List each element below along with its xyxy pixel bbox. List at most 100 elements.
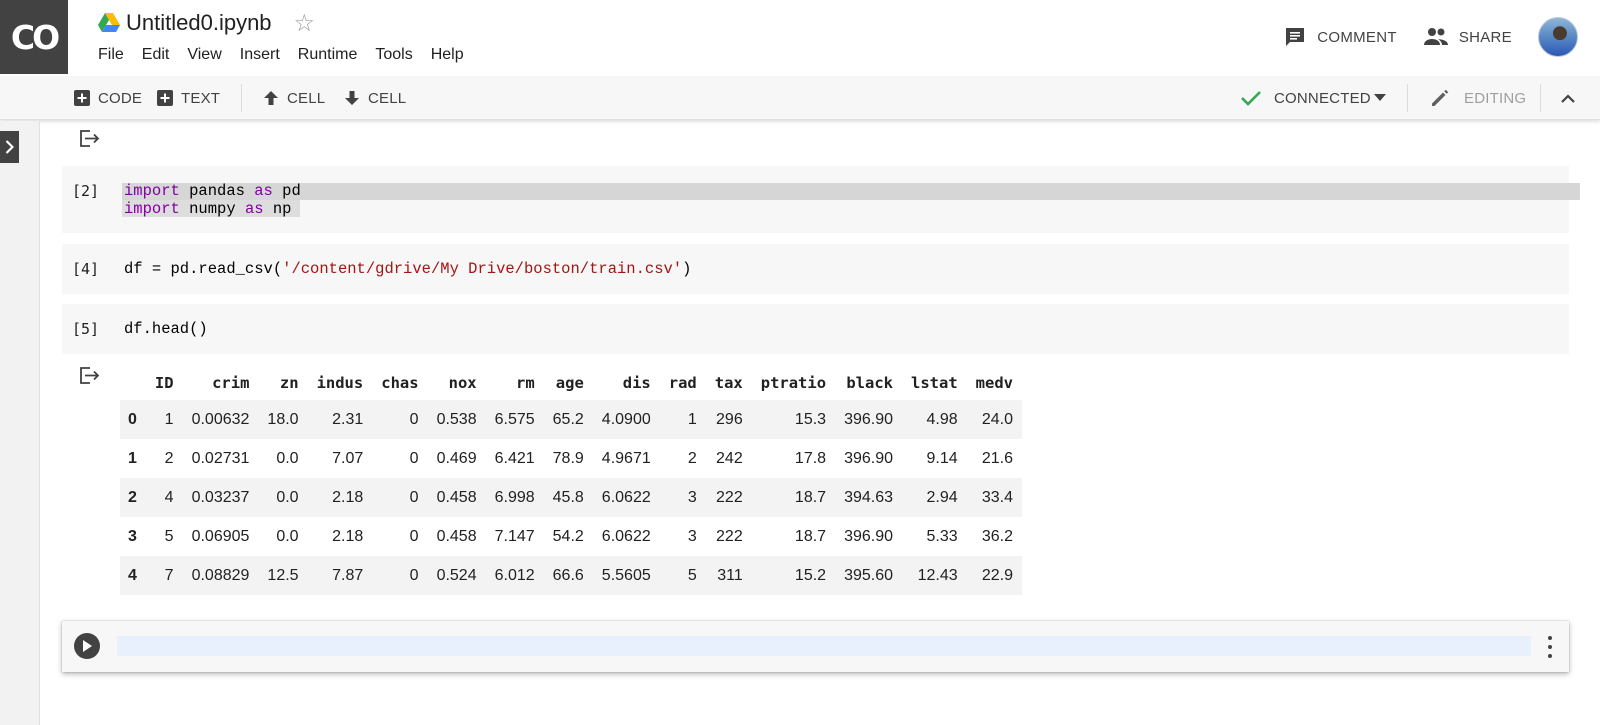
google-drive-icon (98, 13, 120, 32)
column-header: dis (622, 373, 651, 392)
add-box-icon (74, 90, 90, 106)
move-cell-up-button[interactable]: CELL (263, 76, 325, 120)
table-cell: 7.147 (494, 527, 535, 545)
toolbar-divider (1407, 84, 1408, 112)
row-index: 1 (128, 449, 137, 467)
table-cell: 0.06905 (191, 527, 250, 545)
cell-up-label: CELL (287, 89, 326, 107)
menu-edit[interactable]: Edit (142, 46, 170, 64)
more-vert-icon[interactable] (1547, 636, 1553, 658)
table-cell: 4 (145, 478, 183, 517)
move-cell-down-button[interactable]: CELL (344, 76, 406, 120)
output-icon[interactable] (80, 130, 100, 148)
check-icon (1241, 91, 1261, 106)
caret-down-icon (1374, 94, 1386, 101)
table-cell: 0.458 (427, 478, 486, 517)
code-cell-4[interactable]: [4] df = pd.read_csv('/content/gdrive/My… (62, 244, 1569, 294)
table-cell: 2.31 (307, 400, 373, 439)
add-box-icon (157, 90, 173, 106)
add-text-button[interactable]: TEXT (157, 76, 220, 120)
menu-help[interactable]: Help (431, 46, 464, 64)
arrow-down-icon (345, 91, 359, 105)
table-cell: 0 (409, 449, 419, 467)
column-header (120, 365, 146, 400)
code-editor-input[interactable] (117, 636, 1531, 656)
row-index: 0 (120, 400, 146, 439)
table-cell: 0.0 (258, 478, 308, 517)
table-row: 0 1 0.00632 18.0 2.31 0 0.538 6.575 65.2 4.0900 1 2… (120, 400, 1022, 439)
table-cell: 396.90 (844, 527, 893, 545)
people-icon (1423, 28, 1448, 45)
table-cell: 6.575 (485, 400, 544, 439)
add-code-button[interactable]: CODE (74, 76, 142, 120)
table-cell: 7.07 (332, 449, 364, 467)
collapse-header-button[interactable] (1561, 76, 1575, 120)
table-cell: 4.9671 (601, 449, 651, 467)
table-cell: 15.2 (751, 556, 836, 595)
column-header: tax (714, 373, 743, 392)
code-cell-5[interactable]: [5] df.head() (62, 304, 1569, 354)
cell-down-label: CELL (368, 89, 407, 107)
table-cell: 9.14 (926, 449, 958, 467)
row-index: 2 (120, 478, 146, 517)
execution-count: [4] (72, 260, 100, 278)
table-row: 1 2 0.02731 0.0 7.07 0 0.469 6.421 78.9 4.9671 2 24… (120, 439, 1022, 478)
table-cell: 21.6 (981, 449, 1013, 467)
table-cell: 6.421 (494, 449, 535, 467)
title-row: Untitled0.ipynb ☆ (98, 8, 315, 38)
table-cell: 15.3 (751, 400, 836, 439)
execution-count: [2] (72, 182, 100, 200)
runtime-dropdown[interactable] (1374, 76, 1386, 120)
menu-insert[interactable]: Insert (240, 46, 280, 64)
row-index: 3 (128, 527, 137, 545)
pencil-icon (1432, 89, 1449, 106)
sidebar-toggle[interactable] (0, 131, 19, 163)
table-cell: 0.458 (436, 527, 477, 545)
run-cell-button[interactable] (74, 633, 100, 659)
table-cell: 17.8 (794, 449, 827, 467)
colab-logo[interactable]: CO (0, 0, 68, 74)
table-cell: 3 (687, 527, 697, 545)
notebook-title[interactable]: Untitled0.ipynb (126, 10, 272, 36)
runtime-status[interactable]: CONNECTED (1240, 76, 1371, 120)
table-cell: 2 (164, 449, 174, 467)
column-header: zn (279, 373, 299, 392)
table-cell: 222 (716, 527, 743, 545)
table-cell: 78.9 (552, 449, 584, 467)
table-cell: 2.18 (332, 527, 364, 545)
table-cell: 6.012 (485, 556, 544, 595)
share-button[interactable]: SHARE (1423, 27, 1512, 47)
menu-runtime[interactable]: Runtime (298, 46, 358, 64)
table-cell: 1 (145, 400, 183, 439)
table-cell: 2.18 (307, 478, 373, 517)
table-cell: 5 (659, 556, 706, 595)
account-avatar[interactable] (1538, 17, 1578, 57)
share-label: SHARE (1458, 28, 1512, 46)
table-cell: 0 (372, 556, 428, 595)
menu-view[interactable]: View (187, 46, 221, 64)
star-icon[interactable]: ☆ (294, 9, 316, 37)
menu-tools[interactable]: Tools (375, 46, 412, 64)
toolbar-divider (1540, 84, 1541, 112)
comment-button[interactable]: COMMENT (1283, 25, 1397, 49)
header-row: ID crim zn indus chas nox rm age dis rad… (120, 365, 1022, 400)
active-code-cell[interactable] (62, 621, 1569, 672)
app-header: CO Untitled0.ipynb ☆ File Edit View Inse… (0, 0, 1600, 76)
menu-file[interactable]: File (98, 46, 124, 64)
table-cell: 12.43 (902, 556, 967, 595)
connected-label: CONNECTED (1274, 89, 1371, 107)
table-cell: 24.0 (966, 400, 1022, 439)
table-cell: 311 (705, 556, 752, 595)
table-cell: 3 (659, 478, 706, 517)
table-cell: 18.7 (794, 527, 827, 545)
dataframe-output: ID crim zn indus chas nox rm age dis rad… (120, 365, 1022, 595)
table-cell: 2 (687, 449, 697, 467)
output-icon[interactable] (80, 367, 100, 385)
table-cell: 0.08829 (182, 556, 259, 595)
editing-mode[interactable]: EDITING (1430, 76, 1526, 120)
column-header: chas (381, 373, 419, 392)
code-cell-2[interactable]: [2] import pandas as pd import numpy as … (62, 166, 1580, 233)
column-header: black (846, 373, 893, 392)
comment-label: COMMENT (1317, 28, 1397, 46)
column-header: indus (316, 373, 364, 392)
